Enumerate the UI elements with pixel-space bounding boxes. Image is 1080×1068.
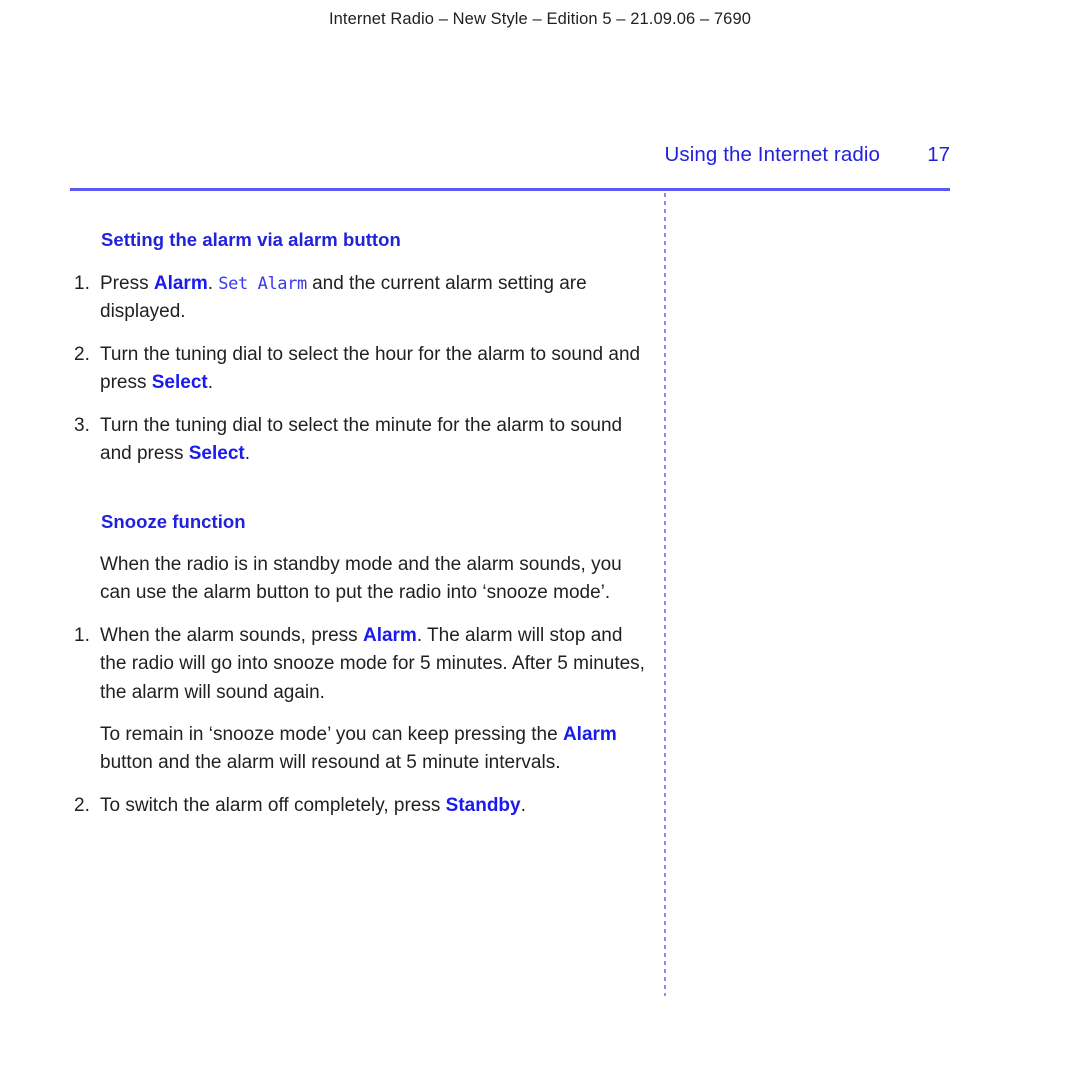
button-name-select: Select — [188, 443, 245, 465]
list-item-text: To switch the alarm off completely, pres… — [100, 792, 654, 820]
list-item: 2. Turn the tuning dial to select the ho… — [74, 341, 654, 398]
button-name-alarm: Alarm — [153, 273, 208, 294]
list-number: 3. — [74, 415, 90, 436]
list-item: 1. When the alarm sounds, press Alarm. T… — [74, 622, 654, 707]
list-item-text: Press Alarm. Set Alarm and the current a… — [100, 270, 654, 327]
button-name-select: Select — [151, 372, 208, 394]
list-item-text: Turn the tuning dial to select the minut… — [100, 412, 654, 469]
text-fragment: To switch the alarm off completely, pres… — [100, 795, 446, 816]
button-name-alarm: Alarm — [362, 625, 417, 646]
text-fragment: . — [207, 372, 214, 394]
section-heading-snooze-function: Snooze function — [101, 511, 246, 532]
page-number: 17 — [927, 143, 950, 166]
text-fragment: When the alarm sounds, press — [100, 625, 363, 646]
paragraph-keep-pressing: To remain in ‘snooze mode’ you can keep … — [100, 721, 656, 778]
paragraph-snooze-intro: When the radio is in standby mode and th… — [100, 554, 622, 604]
list-item: 2. To switch the alarm off completely, p… — [74, 792, 654, 820]
text-fragment: . — [244, 443, 250, 465]
text-fragment: Turn the tuning dial to select the minut… — [100, 415, 623, 465]
text-fragment: To remain in ‘snooze mode’ you can keep … — [100, 724, 563, 745]
chapter-title: Using the Internet radio — [664, 143, 880, 166]
list-number: 2. — [74, 344, 90, 365]
content-column: Setting the alarm via alarm button 1. Pr… — [0, 0, 665, 1068]
text-fragment: . — [520, 795, 526, 816]
list-number: 2. — [74, 795, 90, 816]
list-number: 1. — [74, 273, 90, 294]
text-fragment: . — [207, 273, 219, 294]
button-name-alarm: Alarm — [562, 724, 617, 745]
list-item-text: Turn the tuning dial to select the hour … — [100, 341, 654, 398]
section-heading-setting-alarm: Setting the alarm via alarm button — [101, 229, 401, 250]
list-number: 1. — [74, 625, 90, 646]
button-name-standby: Standby — [445, 795, 521, 816]
text-fragment: Press — [100, 273, 154, 294]
text-fragment: button and the alarm will resound at 5 m… — [100, 752, 561, 774]
list-item: 1. Press Alarm. Set Alarm and the curren… — [74, 270, 654, 327]
list-item-text: When the alarm sounds, press Alarm. The … — [100, 622, 654, 707]
lcd-display-text: Set Alarm — [218, 274, 307, 294]
list-item: 3. Turn the tuning dial to select the mi… — [74, 412, 654, 469]
